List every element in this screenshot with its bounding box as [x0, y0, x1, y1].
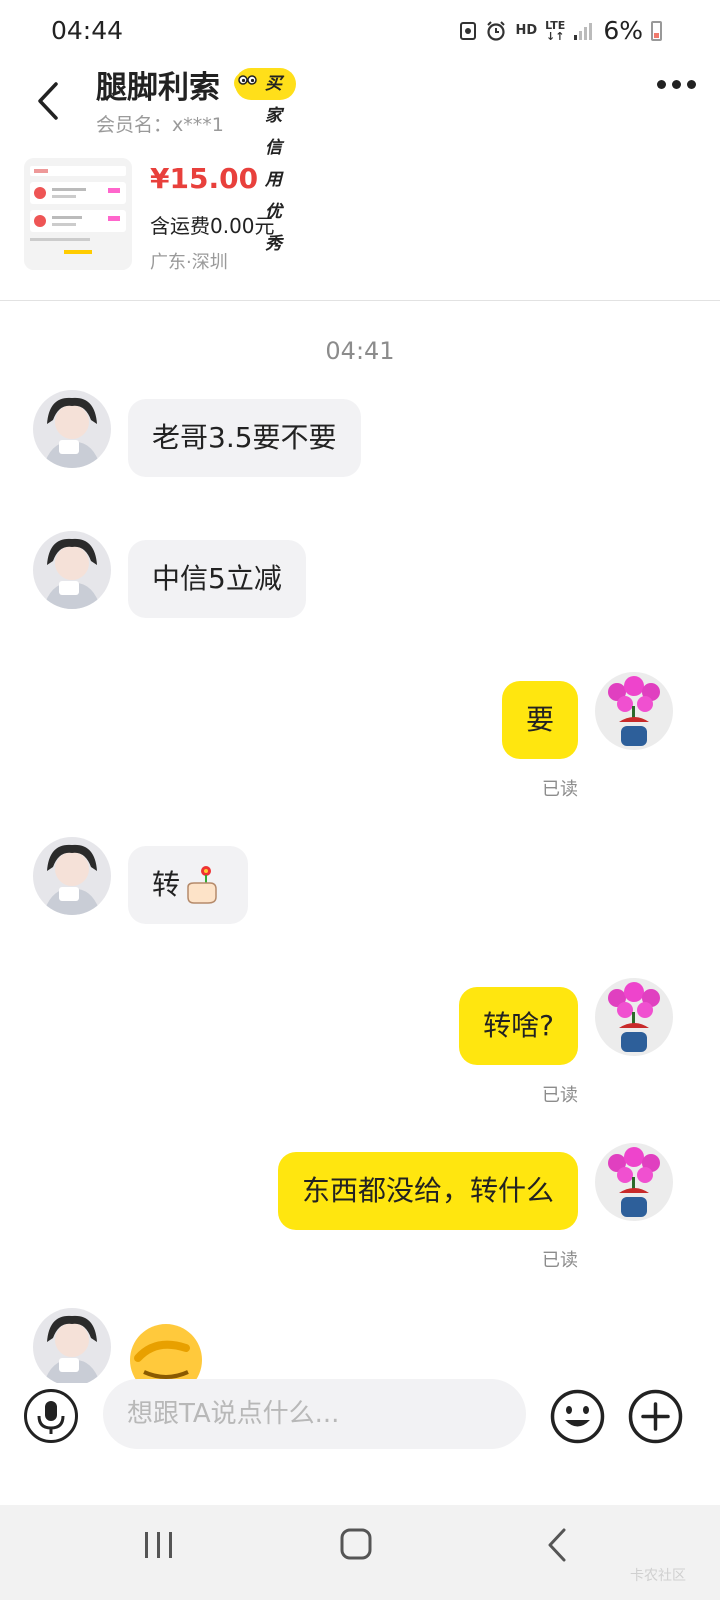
facepalm-emoji-icon[interactable]: [126, 1318, 206, 1383]
chat-header: 腿脚利索 买家信用优秀 会员名：x***1 ¥15.00 含运费0.00元 广东…: [0, 62, 720, 301]
voice-input-button[interactable]: [24, 1389, 78, 1443]
system-nav-bar: 卡农社区: [0, 1505, 720, 1600]
dot: [687, 80, 696, 89]
system-back-button[interactable]: [545, 1527, 569, 1563]
battery-icon: [651, 20, 662, 41]
page-title: 腿脚利索: [96, 70, 220, 106]
dot: [657, 80, 666, 89]
seller-avatar[interactable]: [33, 390, 111, 468]
watermark: 卡农社区: [630, 1568, 686, 1584]
recent-apps-button[interactable]: [143, 1530, 175, 1560]
incoming-message[interactable]: 中信5立减: [128, 540, 306, 618]
read-receipt: 已读: [542, 779, 578, 800]
fish-mascot-icon: [234, 71, 262, 95]
status-bar: 04:44 HD LTE ↓↑ 6%: [0, 0, 720, 62]
outgoing-message[interactable]: 要: [501, 681, 578, 759]
lte-icon: LTE ↓↑: [545, 18, 566, 43]
message-timestamp: 04:41: [325, 337, 395, 365]
hd-icon: HD: [515, 23, 538, 38]
battery-percent: 6%: [603, 16, 643, 45]
product-price: ¥15.00: [150, 162, 259, 195]
more-actions-button[interactable]: [628, 1389, 683, 1444]
back-button[interactable]: [30, 76, 70, 126]
home-button[interactable]: [339, 1527, 373, 1561]
product-thumbnail[interactable]: [24, 158, 132, 270]
my-avatar[interactable]: [595, 672, 673, 750]
outgoing-message[interactable]: 转啥?: [459, 987, 578, 1065]
product-image: [24, 158, 132, 270]
message-input[interactable]: [103, 1379, 526, 1449]
seller-location: 广东·深圳: [150, 252, 228, 273]
more-options-button[interactable]: [657, 80, 696, 89]
chat-area[interactable]: 04:41 老哥3.5要不要 中信5立减 要 已读 转 转啥? 已读 东西都没给…: [0, 301, 720, 1383]
read-receipt: 已读: [542, 1250, 578, 1271]
microphone-icon: [37, 1401, 65, 1434]
message-composer: [0, 1379, 720, 1505]
alarm-icon: [487, 20, 506, 41]
incoming-message[interactable]: 老哥3.5要不要: [128, 399, 361, 477]
incoming-message-text: 转: [152, 868, 181, 901]
seller-avatar[interactable]: [33, 837, 111, 915]
my-avatar[interactable]: [595, 978, 673, 1056]
signal-icon: [574, 22, 593, 40]
shipping-fee: 含运费0.00元: [150, 214, 275, 238]
my-avatar[interactable]: [595, 1143, 673, 1221]
seller-avatar[interactable]: [33, 531, 111, 609]
screen-record-icon: [460, 21, 477, 40]
credit-badge: 买家信用优秀: [234, 68, 296, 254]
outgoing-message[interactable]: 东西都没给，转什么: [277, 1152, 578, 1230]
seller-avatar[interactable]: [33, 1308, 111, 1383]
status-time: 04:44: [51, 16, 124, 45]
incoming-message[interactable]: 转: [128, 846, 248, 924]
dot: [672, 80, 681, 89]
member-name: 会员名：x***1: [96, 114, 224, 136]
status-icons: HD LTE ↓↑ 6%: [459, 16, 662, 45]
lte-label: LTE: [545, 18, 566, 32]
thumb-flower-emoji-icon: [187, 866, 217, 904]
read-receipt: 已读: [542, 1085, 578, 1106]
emoji-button[interactable]: [550, 1389, 605, 1444]
